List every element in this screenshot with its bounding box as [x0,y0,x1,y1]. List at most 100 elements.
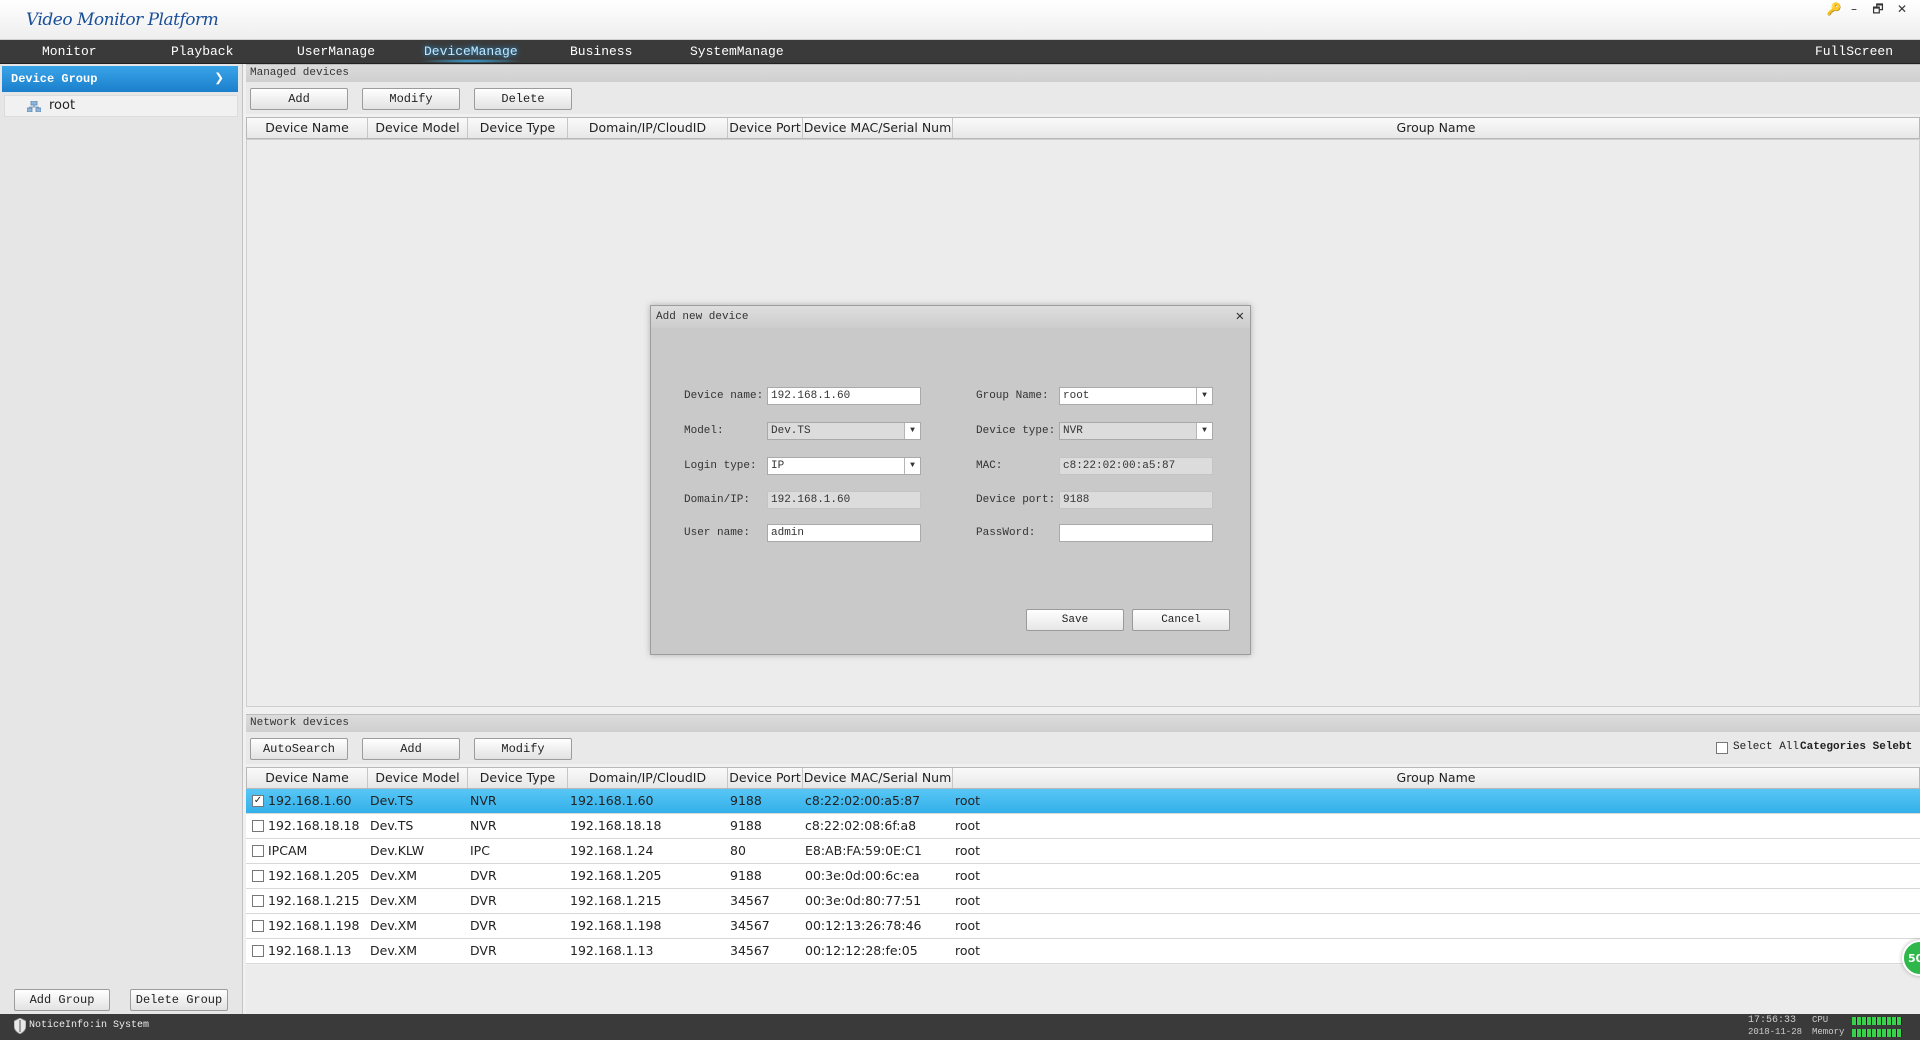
autosearch-button[interactable]: AutoSearch [250,738,348,760]
dialog-title-bar[interactable]: Add new device ✕ [651,306,1250,328]
cell-device-type: DVR [470,943,497,958]
device-group-panel: Device Group ❯ root Add Group Delete Gro… [0,64,243,1014]
delete-group-button[interactable]: Delete Group [130,989,228,1011]
user-name-input[interactable]: admin [767,524,921,542]
network-device-row[interactable]: 192.168.1.13 Dev.XM DVR 192.168.1.13 345… [246,939,1920,964]
col-device-mac[interactable]: Device MAC/Serial Num [803,118,953,138]
domain-ip-input[interactable]: 192.168.1.60 [767,491,921,509]
row-checkbox[interactable] [252,820,264,832]
tree-node-label: root [49,98,76,113]
col-domain-ip[interactable]: Domain/IP/CloudID [568,768,728,788]
managed-add-button[interactable]: Add [250,88,348,110]
managed-delete-button[interactable]: Delete [474,88,572,110]
col-device-mac[interactable]: Device MAC/Serial Num [803,768,953,788]
cell-device-port: 34567 [730,918,770,933]
model-select[interactable]: Dev.TS ▼ [767,422,921,440]
login-type-value: IP [771,460,785,472]
cell-device-model: Dev.TS [370,818,414,833]
col-group-name[interactable]: Group Name [953,118,1919,138]
cancel-button[interactable]: Cancel [1132,609,1230,631]
device-name-input[interactable]: 192.168.1.60 [767,387,921,405]
network-device-row[interactable]: IPCAM Dev.KLW IPC 192.168.1.24 80 E8:AB:… [246,839,1920,864]
tree-node-root[interactable]: root [4,95,238,117]
menu-monitor[interactable]: Monitor [42,40,97,64]
chevron-down-icon[interactable]: ▼ [1196,388,1212,404]
shield-icon [14,1018,26,1034]
network-add-button[interactable]: Add [362,738,460,760]
device-port-input[interactable]: 9188 [1059,491,1213,509]
device-type-select[interactable]: NVR ▼ [1059,422,1213,440]
col-device-model[interactable]: Device Model [368,118,468,138]
managed-modify-button[interactable]: Modify [362,88,460,110]
cell-device-type: NVR [470,818,497,833]
cell-device-name: 192.168.18.18 [268,818,360,833]
device-name-label: Device name: [684,390,764,402]
dialog-title: Add new device [656,311,749,323]
chevron-down-icon[interactable]: ▼ [904,458,920,474]
password-input[interactable] [1059,524,1213,542]
chevron-down-icon[interactable]: ▼ [1196,423,1212,439]
categories-select[interactable]: Categories Selebt [1800,741,1912,753]
col-device-type[interactable]: Device Type [468,118,568,138]
add-group-button[interactable]: Add Group [14,989,110,1011]
status-time: 17:56:33 [1748,1015,1797,1026]
col-device-name[interactable]: Device Name [247,768,368,788]
device-group-header[interactable]: Device Group ❯ [2,66,238,92]
col-domain-ip[interactable]: Domain/IP/CloudID [568,118,728,138]
minimize-button[interactable]: – [1842,0,1866,18]
select-all-label: Select All [1733,741,1800,753]
cell-group-name: root [955,793,981,808]
menu-systemmanage[interactable]: SystemManage [690,40,784,64]
close-icon[interactable]: ✕ [1236,306,1244,328]
cell-device-mac: c8:22:02:00:a5:87 [805,793,921,808]
cell-device-name: 192.168.1.13 [268,943,352,958]
network-list-empty-area[interactable] [246,965,1920,1015]
network-device-row[interactable]: 192.168.1.215 Dev.XM DVR 192.168.1.215 3… [246,889,1920,914]
col-group-name[interactable]: Group Name [953,768,1919,788]
row-checkbox[interactable] [252,920,264,932]
network-device-row[interactable]: ✓ 192.168.1.60 Dev.TS NVR 192.168.1.60 9… [246,789,1920,814]
network-device-row[interactable]: 192.168.1.205 Dev.XM DVR 192.168.1.205 9… [246,864,1920,889]
col-device-name[interactable]: Device Name [247,118,368,138]
save-button[interactable]: Save [1026,609,1124,631]
device-group-title: Device Group [11,72,98,86]
chevron-right-icon: ❯ [214,70,224,88]
row-checkbox[interactable]: ✓ [252,795,264,807]
cell-device-model: Dev.XM [370,918,418,933]
select-all-checkbox[interactable] [1716,742,1728,754]
menu-playback[interactable]: Playback [171,40,233,64]
notice-info: NoticeInfo:in System [29,1020,150,1031]
login-type-select[interactable]: IP ▼ [767,457,921,475]
menu-usermanage[interactable]: UserManage [297,40,375,64]
col-device-port[interactable]: Device Port [728,768,803,788]
cell-domain-ip: 192.168.1.205 [570,868,662,883]
network-device-row[interactable]: 192.168.18.18 Dev.TS NVR 192.168.18.18 9… [246,814,1920,839]
cell-device-type: IPC [470,843,490,858]
cell-device-name: IPCAM [268,843,308,858]
group-name-select[interactable]: root ▼ [1059,387,1213,405]
row-checkbox[interactable] [252,870,264,882]
row-checkbox[interactable] [252,945,264,957]
status-bar: NoticeInfo:in System 17:56:33 2018-11-28… [0,1014,1920,1040]
network-toolbar: AutoSearch Add Modify Select All Categor… [246,732,1920,764]
network-modify-button[interactable]: Modify [474,738,572,760]
app-title: Video Monitor Platform [26,10,219,30]
col-device-port[interactable]: Device Port [728,118,803,138]
mac-input[interactable]: c8:22:02:00:a5:87 [1059,457,1213,475]
cell-group-name: root [955,943,981,958]
col-device-type[interactable]: Device Type [468,768,568,788]
network-device-row[interactable]: 192.168.1.198 Dev.XM DVR 192.168.1.198 3… [246,914,1920,939]
menu-devicemanage[interactable]: DeviceManage [418,40,524,64]
fullscreen-button[interactable]: FullScreen [1815,40,1893,64]
row-checkbox[interactable] [252,895,264,907]
memory-meter [1852,1029,1902,1037]
restore-button[interactable]: 🗗 [1866,0,1890,18]
menu-business[interactable]: Business [570,40,632,64]
cell-group-name: root [955,918,981,933]
row-checkbox[interactable] [252,845,264,857]
chevron-down-icon[interactable]: ▼ [904,423,920,439]
col-device-model[interactable]: Device Model [368,768,468,788]
cell-group-name: root [955,893,981,908]
close-button[interactable]: ✕ [1890,0,1914,18]
model-value: Dev.TS [771,425,811,437]
